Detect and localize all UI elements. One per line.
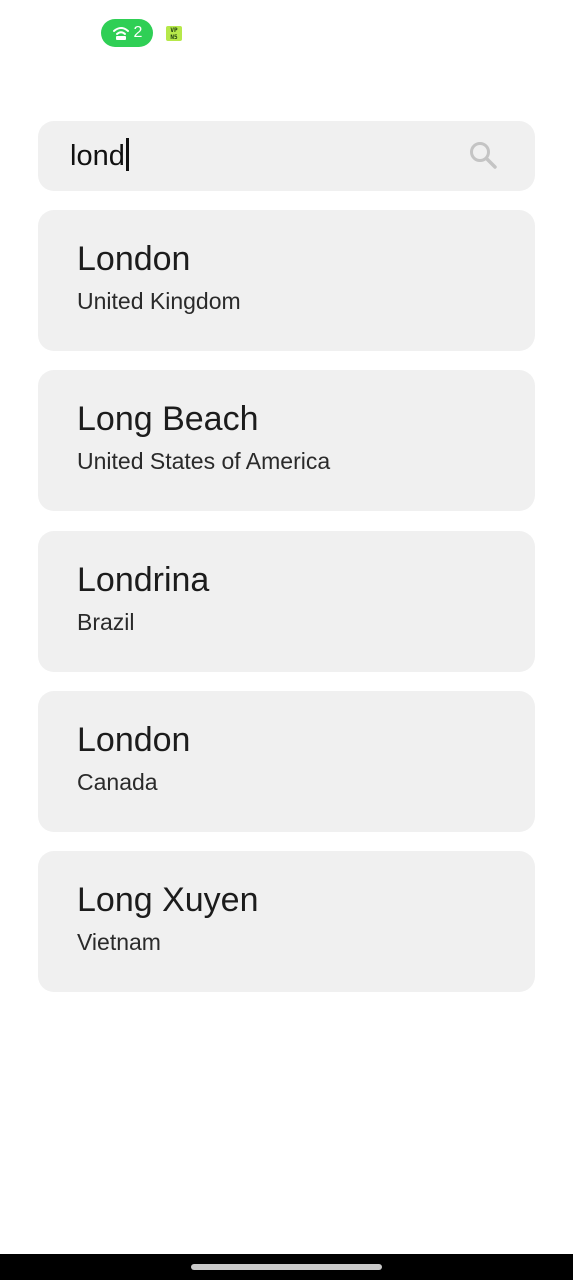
city-search-screen: 2 VP N5 lond London United Kingdom Long B… (0, 0, 573, 1280)
result-country-name: Brazil (77, 609, 135, 635)
vpn-key-icon: VP N5 (166, 26, 182, 41)
result-city-name: Londrina (77, 561, 210, 599)
result-item-london-uk[interactable]: London United Kingdom (38, 210, 535, 351)
search-field[interactable]: lond (38, 121, 535, 191)
result-country-name: United States of America (77, 448, 331, 474)
text-cursor (125, 138, 129, 171)
search-icon[interactable] (467, 139, 499, 171)
result-city-name: London (77, 240, 191, 278)
result-item-long-beach[interactable]: Long Beach United States of America (38, 370, 535, 511)
wifi-hotspot-icon (112, 27, 129, 40)
result-item-london-canada[interactable]: London Canada (38, 691, 535, 832)
result-country-name: United Kingdom (77, 288, 241, 314)
home-gesture-handle[interactable] (191, 1264, 382, 1270)
status-bar: 2 VP N5 (0, 0, 573, 66)
hotspot-count: 2 (133, 24, 143, 41)
result-country-name: Canada (77, 769, 158, 795)
search-query-text: lond (70, 140, 125, 172)
result-item-londrina[interactable]: Londrina Brazil (38, 531, 535, 672)
result-city-name: Long Xuyen (77, 881, 259, 919)
result-city-name: London (77, 721, 191, 759)
result-city-name: Long Beach (77, 400, 259, 438)
hotspot-indicator[interactable]: 2 (101, 19, 153, 47)
search-input[interactable]: lond (70, 138, 129, 174)
system-navigation-bar (0, 1254, 573, 1280)
result-country-name: Vietnam (77, 929, 161, 955)
result-item-long-xuyen[interactable]: Long Xuyen Vietnam (38, 851, 535, 992)
